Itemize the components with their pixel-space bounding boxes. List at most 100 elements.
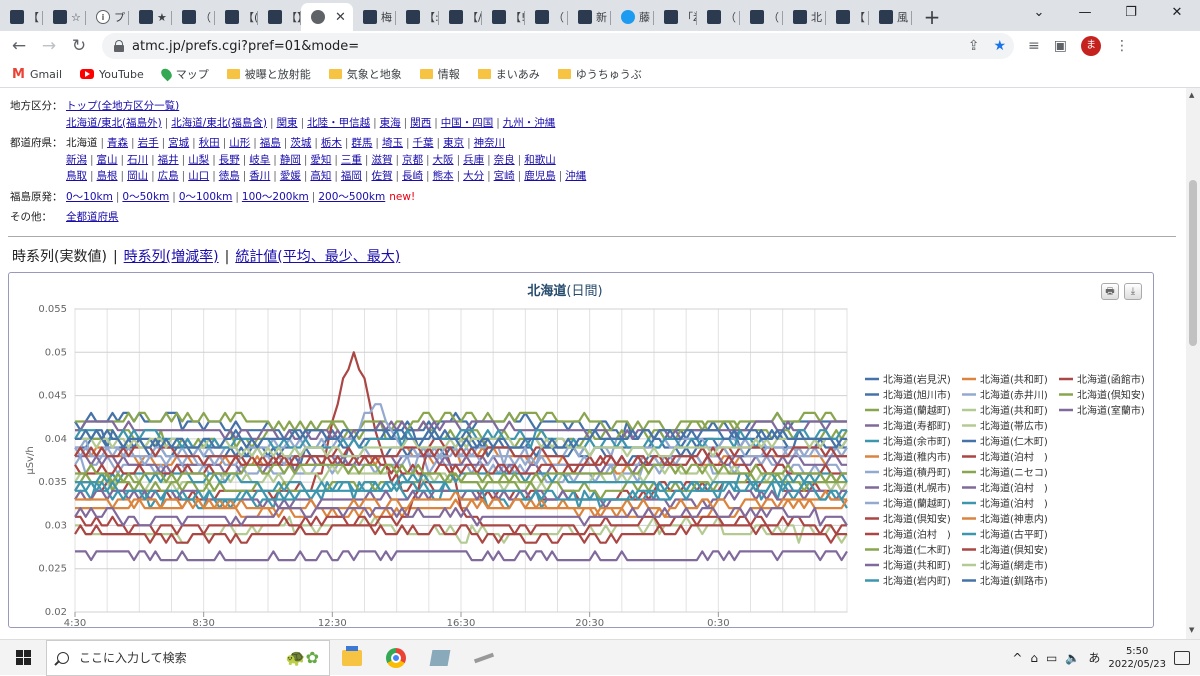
prefecture-link[interactable]: 沖縄 bbox=[565, 170, 586, 182]
fukushima-distance-link[interactable]: 200〜500km bbox=[318, 191, 385, 203]
new-tab-button[interactable]: + bbox=[918, 3, 946, 31]
prefecture-link[interactable]: 滋賀 bbox=[371, 154, 392, 166]
prefecture-link[interactable]: 三重 bbox=[341, 154, 362, 166]
prefecture-link[interactable]: 宮崎 bbox=[494, 170, 515, 182]
download-button[interactable]: ⤓ bbox=[1124, 283, 1142, 300]
fukushima-distance-link[interactable]: 0〜100km bbox=[179, 191, 233, 203]
prefecture-link[interactable]: 岡山 bbox=[127, 170, 148, 182]
bookmark-2[interactable]: マップ bbox=[158, 66, 209, 82]
tab-7[interactable]: ✕ bbox=[301, 3, 353, 31]
bookmark-1[interactable]: YouTube bbox=[80, 68, 144, 81]
prefecture-link[interactable]: 岐阜 bbox=[249, 154, 270, 166]
prefecture-link[interactable]: 神奈川 bbox=[474, 137, 506, 149]
tab-15[interactable]: 「ž bbox=[654, 3, 697, 31]
network-icon[interactable]: ⌂ bbox=[1030, 651, 1038, 665]
prefecture-link[interactable]: 茨城 bbox=[290, 137, 311, 149]
tab-13[interactable]: 新 bbox=[568, 3, 611, 31]
url-text[interactable]: atmc.jp/prefs.cgi?pref=01&mode= bbox=[132, 39, 359, 54]
prefecture-link[interactable]: 山梨 bbox=[188, 154, 209, 166]
tab-14[interactable]: 藤 bbox=[611, 3, 654, 31]
prefecture-link[interactable]: 千葉 bbox=[413, 137, 434, 149]
start-button[interactable] bbox=[0, 650, 46, 665]
other-link[interactable]: 全都道府県 bbox=[66, 211, 119, 223]
tab-search-icon[interactable]: ⌄ bbox=[1016, 0, 1062, 28]
close-tab-icon[interactable]: ✕ bbox=[335, 10, 346, 25]
clock[interactable]: 5:50 2022/05/23 bbox=[1108, 645, 1166, 671]
battery-icon[interactable]: ▭ bbox=[1046, 651, 1057, 665]
prefecture-link[interactable]: 宮城 bbox=[168, 137, 189, 149]
fukushima-distance-link[interactable]: 100〜200km bbox=[242, 191, 309, 203]
tab-4[interactable]: （ bbox=[172, 3, 215, 31]
tab-19[interactable]: 【 bbox=[826, 3, 869, 31]
prefecture-link[interactable]: 栃木 bbox=[321, 137, 342, 149]
prefecture-link[interactable]: 静岡 bbox=[280, 154, 301, 166]
region-link[interactable]: 九州・沖縄 bbox=[503, 117, 556, 129]
prefecture-link[interactable]: 愛媛 bbox=[280, 170, 301, 182]
prefecture-link[interactable]: 新潟 bbox=[66, 154, 87, 166]
ime-indicator[interactable]: あ bbox=[1088, 649, 1100, 666]
taskbar-chrome[interactable] bbox=[374, 640, 418, 676]
notification-icon[interactable] bbox=[1174, 650, 1190, 665]
media-icon[interactable]: ≡ bbox=[1028, 38, 1040, 54]
tab-6[interactable]: 【】 bbox=[258, 3, 301, 31]
region-link[interactable]: 関東 bbox=[277, 117, 298, 129]
forward-button[interactable]: → bbox=[34, 36, 64, 56]
prefecture-link[interactable]: 佐賀 bbox=[371, 170, 392, 182]
bookmark-4[interactable]: 気象と地象 bbox=[328, 66, 402, 82]
prefecture-link[interactable]: 石川 bbox=[127, 154, 148, 166]
tab-0[interactable]: 【 bbox=[0, 3, 43, 31]
prefecture-link[interactable]: 島根 bbox=[97, 170, 118, 182]
prefecture-link[interactable]: 大分 bbox=[463, 170, 484, 182]
tab-20[interactable]: 風 bbox=[869, 3, 912, 31]
prefecture-link[interactable]: 秋田 bbox=[199, 137, 220, 149]
region-link[interactable]: 北陸・甲信越 bbox=[307, 117, 370, 129]
prefecture-link[interactable]: 和歌山 bbox=[524, 154, 556, 166]
profile-avatar[interactable]: ま bbox=[1080, 36, 1101, 56]
bookmark-6[interactable]: まいあみ bbox=[477, 66, 540, 82]
tab-1[interactable]: ☆ bbox=[43, 3, 86, 31]
prefecture-link[interactable]: 鳥取 bbox=[66, 170, 87, 182]
print-button[interactable]: 🖶 bbox=[1101, 283, 1119, 300]
bookmark-3[interactable]: 被曝と放射能 bbox=[226, 66, 311, 82]
maximize-button[interactable]: ❐ bbox=[1108, 0, 1154, 28]
page-scrollbar[interactable]: ▲ ▼ bbox=[1186, 88, 1200, 639]
region-link[interactable]: 北海道/東北(福島含) bbox=[171, 117, 267, 129]
region-link[interactable]: 関西 bbox=[410, 117, 431, 129]
volume-icon[interactable]: 🔈 bbox=[1065, 651, 1080, 665]
region-link[interactable]: 北海道/東北(福島外) bbox=[66, 117, 162, 129]
prefecture-link[interactable]: 京都 bbox=[402, 154, 423, 166]
prefecture-link[interactable]: 福島 bbox=[260, 137, 281, 149]
address-bar[interactable]: atmc.jp/prefs.cgi?pref=01&mode= ⇪ ★ bbox=[102, 33, 1014, 59]
prefecture-link[interactable]: 熊本 bbox=[433, 170, 454, 182]
prefecture-link[interactable]: 福岡 bbox=[341, 170, 362, 182]
chevron-up-icon[interactable]: ^ bbox=[1012, 651, 1022, 665]
view-tab-stats[interactable]: 統計値(平均、最少、最大) bbox=[235, 249, 400, 265]
prefecture-link[interactable]: 長崎 bbox=[402, 170, 423, 182]
prefecture-link[interactable]: 広島 bbox=[158, 170, 179, 182]
prefecture-link[interactable]: 山口 bbox=[188, 170, 209, 182]
taskbar-search[interactable]: ここに入力して検索 🐢✿ bbox=[46, 639, 330, 676]
side-panel-icon[interactable]: ▣ bbox=[1054, 38, 1067, 54]
taskbar-file-explorer[interactable] bbox=[330, 640, 374, 676]
tab-5[interactable]: 【( bbox=[215, 3, 258, 31]
tab-18[interactable]: 北 bbox=[783, 3, 826, 31]
region-link[interactable]: 中国・四国 bbox=[441, 117, 494, 129]
fukushima-distance-link[interactable]: 0〜10km bbox=[66, 191, 113, 203]
view-tab-rate[interactable]: 時系列(増減率) bbox=[124, 249, 219, 265]
minimize-button[interactable]: — bbox=[1062, 0, 1108, 28]
tab-2[interactable]: iプ bbox=[86, 3, 129, 31]
prefecture-link[interactable]: 福井 bbox=[158, 154, 179, 166]
fukushima-distance-link[interactable]: 0〜50km bbox=[122, 191, 169, 203]
back-button[interactable]: ← bbox=[4, 36, 34, 56]
tab-3[interactable]: ★ bbox=[129, 3, 172, 31]
reload-button[interactable]: ↻ bbox=[64, 36, 94, 56]
bookmark-star-icon[interactable]: ★ bbox=[993, 38, 1006, 54]
scroll-down-arrow[interactable]: ▼ bbox=[1189, 626, 1194, 634]
bookmark-5[interactable]: 情報 bbox=[419, 66, 460, 82]
prefecture-link[interactable]: 高知 bbox=[310, 170, 331, 182]
scroll-up-arrow[interactable]: ▲ bbox=[1189, 91, 1194, 99]
prefecture-link[interactable]: 岩手 bbox=[138, 137, 159, 149]
tab-16[interactable]: （ bbox=[697, 3, 740, 31]
prefecture-link[interactable]: 埼玉 bbox=[382, 137, 403, 149]
prefecture-link[interactable]: 東京 bbox=[443, 137, 464, 149]
